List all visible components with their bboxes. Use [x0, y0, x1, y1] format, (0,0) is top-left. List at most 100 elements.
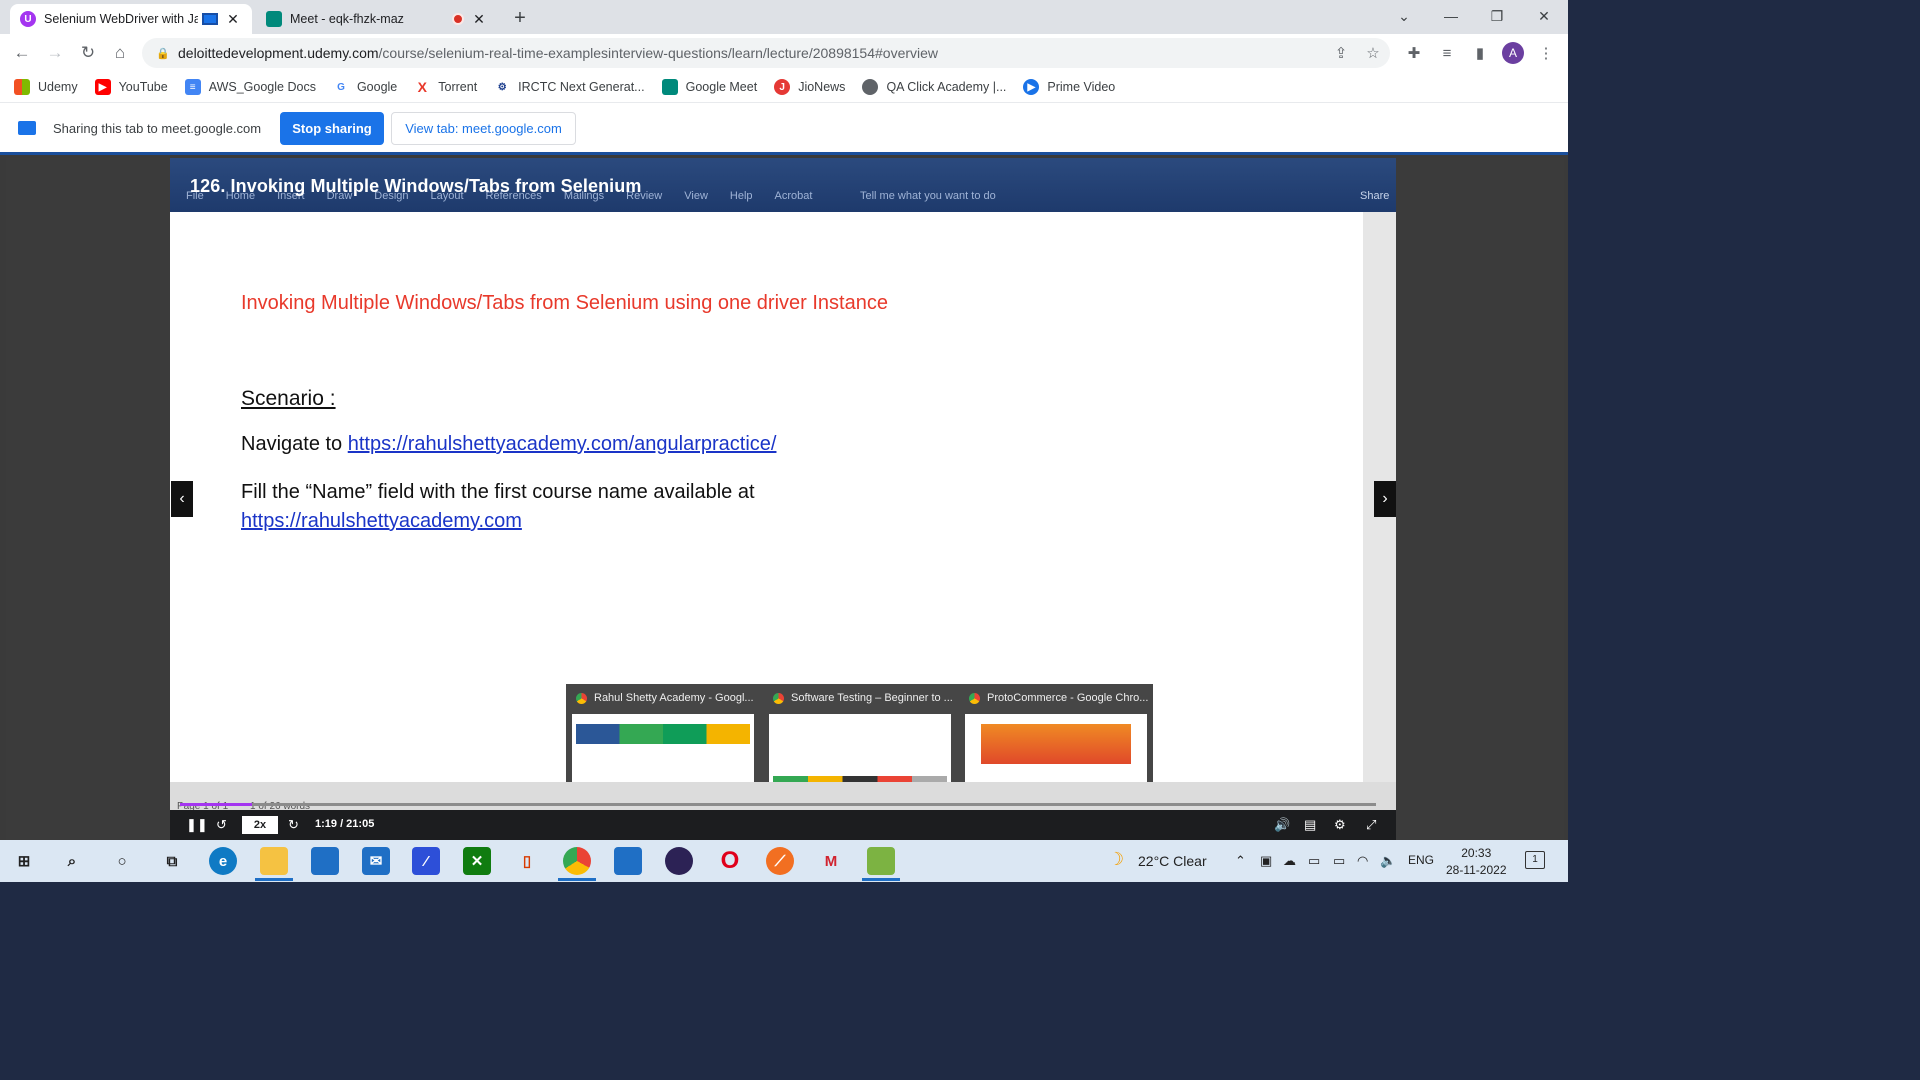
fullscreen-icon[interactable]: ⤢ [1366, 817, 1376, 833]
close-icon[interactable]: ✕ [470, 10, 488, 28]
opera-icon[interactable]: O [716, 847, 744, 875]
automation-app-icon[interactable]: ⁄ [412, 847, 440, 875]
irctc-icon: ⚙ [494, 79, 511, 95]
bookmark-label: QA Click Academy |... [886, 80, 1007, 94]
xbox-icon[interactable]: ✕ [463, 847, 491, 875]
lecture-title: 126. Invoking Multiple Windows/Tabs from… [190, 176, 642, 196]
tab-sharing-bar: Sharing this tab to meet.google.com Stop… [0, 102, 1568, 152]
bookmark-youtube[interactable]: ▶ YouTube [94, 79, 168, 95]
search-icon[interactable]: ⌕ [58, 847, 86, 875]
edge-icon[interactable]: e [209, 847, 237, 875]
left-margin [6, 158, 170, 840]
preview-title: ProtoCommerce - Google Chro... [969, 692, 1148, 704]
system-clock[interactable]: 20:33 28-11-2022 [1446, 845, 1507, 879]
bookmark-qa-click-academy[interactable]: QA Click Academy |... [862, 79, 1006, 95]
jionews-icon: J [774, 79, 791, 95]
video-stage: File Home Insert Draw Design Layout Refe… [0, 152, 1568, 840]
windows-tiles-icon [14, 79, 30, 95]
word-menu-view: View [684, 190, 708, 202]
bookmark-label: Prime Video [1047, 80, 1116, 94]
forward-icon[interactable]: → [42, 40, 68, 66]
cortana-icon[interactable]: ○ [108, 847, 136, 875]
close-icon[interactable]: ✕ [224, 10, 242, 28]
restore-button[interactable]: ❐ [1474, 0, 1520, 32]
remote-desktop-icon[interactable] [614, 847, 642, 875]
minimize-button[interactable]: — [1428, 0, 1474, 32]
bookmark-star-icon[interactable]: ☆ [1362, 42, 1384, 64]
preview-title: Rahul Shetty Academy - Googl... [576, 692, 754, 704]
meet-tray-icon[interactable]: ▣ [1260, 853, 1272, 869]
notepad-icon[interactable] [867, 847, 895, 875]
wifi-icon[interactable]: ◠ [1357, 853, 1368, 869]
bookmark-udemy[interactable]: Udemy [14, 79, 78, 95]
home-icon[interactable]: ⌂ [107, 40, 133, 66]
close-window-button[interactable]: ✕ [1521, 0, 1567, 32]
menu-kebab-icon[interactable]: ⋮ [1535, 42, 1557, 64]
thumb-banner [576, 724, 750, 744]
speaker-icon[interactable]: 🔈 [1380, 853, 1396, 869]
video-progress-bar[interactable] [180, 803, 1376, 806]
share-page-icon[interactable]: ⇪ [1330, 42, 1352, 64]
notification-center-icon[interactable]: 1 [1525, 851, 1545, 869]
language-indicator[interactable]: ENG [1408, 853, 1434, 867]
onedrive-icon[interactable]: ☁ [1283, 853, 1296, 869]
eclipse-icon[interactable] [665, 847, 693, 875]
mcafee-icon[interactable]: M [817, 847, 845, 875]
task-view-icon[interactable]: ⧉ [158, 847, 186, 875]
battery-icon[interactable]: ▭ [1333, 853, 1345, 869]
tab-search-icon[interactable]: ⌄ [1381, 0, 1427, 32]
bookmark-torrent[interactable]: X Torrent [414, 79, 477, 95]
weather-text[interactable]: 22°C Clear [1138, 853, 1207, 869]
bookmark-irctc[interactable]: ⚙ IRCTC Next Generat... [494, 79, 645, 95]
bookmark-prime-video[interactable]: ▶ Prime Video [1023, 79, 1115, 95]
next-lecture-arrow-icon[interactable]: › [1374, 481, 1396, 517]
extensions-icon[interactable]: ✚ [1403, 42, 1425, 64]
active-app-indicator [558, 878, 596, 881]
bookmark-label: JioNews [798, 80, 846, 94]
forward-icon[interactable]: ↻ [288, 817, 299, 833]
bookmark-aws-google-docs[interactable]: ≡ AWS_Google Docs [184, 79, 316, 95]
preview-title: Software Testing – Beginner to ... [773, 692, 953, 704]
view-tab-button[interactable]: View tab: meet.google.com [391, 112, 576, 145]
back-icon[interactable]: ← [9, 40, 35, 66]
volume-icon[interactable]: 🔊 [1274, 817, 1290, 833]
tray-chevron-icon[interactable]: ⌃ [1235, 853, 1246, 869]
weather-icon[interactable]: ☽ [1108, 849, 1124, 870]
microsoft-store-icon[interactable] [311, 847, 339, 875]
previous-lecture-arrow-icon[interactable]: ‹ [171, 481, 193, 517]
side-panel-icon[interactable]: ▮ [1469, 42, 1491, 64]
notification-count: 1 [1532, 854, 1538, 865]
docs-icon: ≡ [184, 79, 201, 95]
postman-icon[interactable]: ⟋ [766, 847, 794, 875]
bookmark-google[interactable]: G Google [332, 79, 397, 95]
chrome-icon[interactable] [563, 847, 591, 875]
file-explorer-icon[interactable] [260, 847, 288, 875]
windows-taskbar: ⊞ ⌕ ○ ⧉ e ✉ ⁄ ✕ ▯ O ⟋ M ☽ 22°C Clear ⌃ ▣… [0, 840, 1568, 882]
display-icon[interactable]: ▭ [1308, 853, 1320, 869]
bookmarks-bar: Udemy ▶ YouTube ≡ AWS_Google Docs G Google … [0, 72, 1568, 102]
profile-avatar[interactable]: A [1502, 42, 1524, 64]
sharing-message: Sharing this tab to meet.google.com [53, 121, 262, 136]
line1-text: Navigate to [241, 433, 348, 455]
bookmark-google-meet[interactable]: Google Meet [661, 79, 757, 95]
bookmark-jionews[interactable]: J JioNews [774, 79, 845, 95]
stop-sharing-button[interactable]: Stop sharing [280, 112, 384, 145]
new-tab-button[interactable]: + [508, 6, 532, 30]
settings-gear-icon[interactable]: ⚙ [1334, 817, 1346, 833]
right-margin [1396, 158, 1564, 840]
tab-meet[interactable]: Meet - eqk-fhzk-maz ✕ [256, 4, 498, 34]
mail-icon[interactable]: ✉ [362, 847, 390, 875]
pause-icon[interactable]: ❚❚ [186, 817, 208, 833]
media-control-icon[interactable]: ≡ [1436, 42, 1458, 64]
captions-icon[interactable]: ▤ [1304, 817, 1316, 833]
playback-time: 1:19 / 21:05 [315, 818, 375, 830]
windows-start-icon[interactable]: ⊞ [10, 847, 38, 875]
rewind-icon[interactable]: ↺ [216, 817, 227, 833]
recording-icon [452, 13, 464, 25]
reload-icon[interactable]: ↻ [75, 40, 101, 66]
tab-udemy[interactable]: U Selenium WebDriver with Ja ✕ [10, 4, 252, 34]
torrent-icon: X [414, 79, 431, 95]
playback-speed-button[interactable]: 2x [242, 816, 278, 834]
address-bar[interactable]: 🔒 deloittedevelopment.udemy.com/course/s… [142, 38, 1390, 68]
office-icon[interactable]: ▯ [513, 847, 541, 875]
